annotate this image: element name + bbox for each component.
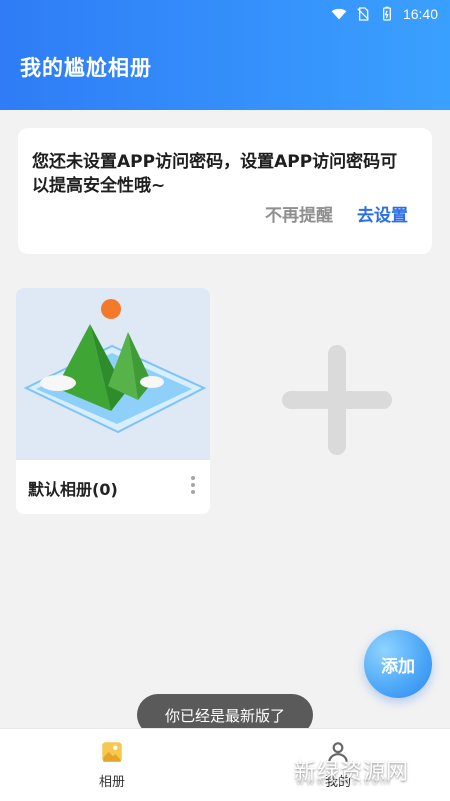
tab-album-label: 相册 [98,775,125,790]
watermark-url: www.xlhs.com [296,776,392,787]
notice-actions: 不再提醒 去设置 [265,201,408,226]
password-notice-card: 您还未设置APP访问密码，设置APP访问密码可以提高安全性哦~ 不再提醒 去设置 [18,128,432,254]
album-icon [102,742,122,762]
album-cover-image [16,288,210,460]
add-album-placeholder-icon[interactable] [282,345,392,455]
no-sim-icon [357,7,369,21]
add-button[interactable]: 添加 [364,630,432,698]
battery-charging-icon [382,6,391,21]
page-title: 我的尴尬相册 [20,56,152,80]
app-bar: 16:40 我的尴尬相册 [0,0,450,110]
mountain-illustration-icon [23,299,207,434]
album-footer: 默认相册(0) [16,460,210,514]
album-card-default[interactable]: 默认相册(0) [16,288,210,514]
notice-message: 您还未设置APP访问密码，设置APP访问密码可以提高安全性哦~ [32,152,398,196]
watermark-logo-icon [245,757,283,783]
album-name[interactable]: 默认相册(0) [28,476,118,500]
more-options-icon[interactable] [190,476,196,498]
site-watermark: 新绿资源网 www.xlhs.com [244,750,430,790]
wifi-icon [331,8,347,20]
status-time: 16:40 [402,6,438,22]
go-setup-button[interactable]: 去设置 [357,201,408,226]
tab-album[interactable]: 相册 [72,739,152,795]
dismiss-reminder-button[interactable]: 不再提醒 [265,201,333,226]
status-bar: 16:40 [0,0,450,28]
